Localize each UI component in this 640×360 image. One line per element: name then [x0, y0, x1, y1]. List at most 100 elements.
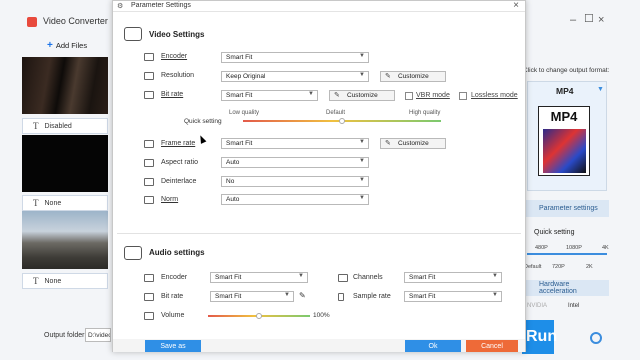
- deinterlace-value: No: [226, 178, 235, 185]
- framerate-icon: [144, 140, 154, 148]
- save-as-label: Save as: [160, 342, 186, 350]
- subtitle-value: None: [44, 277, 62, 285]
- chevron-down-icon: ▼: [492, 273, 498, 279]
- parameter-settings-button[interactable]: Parameter settings: [525, 200, 609, 217]
- output-format-name: MP4: [556, 86, 574, 96]
- audio-settings-heading: Audio settings: [149, 248, 205, 257]
- encoder-label[interactable]: Encoder: [161, 53, 187, 60]
- audio-encoder-select[interactable]: Smart Fit ▼: [210, 272, 308, 283]
- close-icon[interactable]: ×: [513, 0, 519, 11]
- framerate-value: Smart Fit: [226, 140, 253, 147]
- settings-icon: ⚙: [117, 3, 124, 10]
- ok-label: Ok: [428, 342, 438, 350]
- ok-button[interactable]: Ok: [405, 340, 461, 352]
- subtitle-selector[interactable]: T None: [22, 273, 108, 289]
- video-settings-heading: Video Settings: [149, 30, 205, 39]
- framerate-customize-button[interactable]: ✎ Customize: [380, 138, 446, 149]
- chevron-down-icon: ▼: [359, 195, 365, 201]
- resolution-select[interactable]: Keep Original ▼: [221, 71, 369, 82]
- customize-label: Customize: [347, 92, 378, 99]
- deinterlace-label: Deinterlace: [161, 178, 197, 185]
- mp4-icon-label: MP4: [550, 109, 578, 124]
- encoder-select[interactable]: Smart Fit ▼: [221, 52, 369, 63]
- vbr-mode-label: VBR mode: [416, 92, 450, 99]
- subtitle-value: None: [44, 199, 62, 207]
- nvidia-option[interactable]: NVIDIA: [527, 299, 547, 313]
- vbr-mode-checkbox[interactable]: [405, 92, 413, 100]
- quick-tick: 4K: [602, 245, 609, 251]
- norm-label[interactable]: Norm: [161, 196, 178, 203]
- intel-option[interactable]: Intel: [568, 299, 579, 313]
- audio-bitrate-icon: [144, 293, 154, 301]
- audio-bitrate-select[interactable]: Smart Fit ▼: [210, 291, 294, 302]
- quick-tick: 1080P: [566, 245, 582, 251]
- chevron-down-icon: ▼: [359, 72, 365, 78]
- audio-settings-icon: [124, 246, 142, 260]
- channels-select[interactable]: Smart Fit ▼: [404, 272, 502, 283]
- chevron-down-icon[interactable]: ▼: [597, 86, 604, 93]
- aspect-ratio-icon: [144, 159, 154, 167]
- minimize-icon[interactable]: –: [570, 14, 576, 26]
- video-thumbnail[interactable]: [22, 135, 108, 192]
- audio-bitrate-value: Smart Fit: [215, 293, 242, 300]
- resolution-value: Keep Original: [226, 73, 266, 80]
- quick-tick: 720P: [552, 264, 565, 270]
- section-divider: [117, 233, 521, 234]
- sample-rate-value: Smart Fit: [409, 293, 436, 300]
- pencil-icon[interactable]: ✎: [299, 291, 306, 300]
- output-folder-field[interactable]: D:\video ...: [85, 328, 111, 342]
- chevron-down-icon: ▼: [359, 139, 365, 145]
- video-thumbnail[interactable]: [22, 57, 108, 114]
- add-files-button[interactable]: + Add Files: [47, 40, 87, 51]
- run-button[interactable]: Run: [522, 320, 557, 354]
- resolution-label: Resolution: [161, 72, 195, 79]
- alarm-clock-icon[interactable]: [590, 332, 602, 344]
- audio-encoder-value: Smart Fit: [215, 274, 242, 281]
- norm-select[interactable]: Auto ▼: [221, 194, 369, 205]
- bitrate-icon: [144, 91, 154, 99]
- pencil-icon: ✎: [334, 92, 340, 99]
- video-thumbnail[interactable]: [22, 211, 108, 269]
- subtitle-selector[interactable]: T None: [22, 195, 108, 211]
- lossless-mode-checkbox[interactable]: [459, 92, 467, 100]
- chevron-down-icon: ▼: [308, 91, 314, 97]
- audio-bitrate-label: Bit rate: [161, 293, 184, 300]
- cancel-button[interactable]: Cancel: [466, 340, 518, 352]
- framerate-label[interactable]: Frame rate: [161, 140, 195, 147]
- text-icon: T: [33, 121, 39, 131]
- chevron-down-icon: ▼: [298, 273, 304, 279]
- aspect-ratio-label: Aspect ratio: [161, 159, 198, 166]
- dialog-titlebar: ⚙ Parameter Settings ×: [113, 0, 525, 12]
- sample-rate-select[interactable]: Smart Fit ▼: [404, 291, 502, 302]
- maximize-icon[interactable]: ☐: [584, 12, 594, 25]
- mp4-format-icon: MP4: [538, 106, 590, 176]
- high-quality-label: High quality: [409, 110, 441, 116]
- video-settings-icon: [124, 27, 142, 41]
- subtitle-value: Disabled: [44, 122, 72, 130]
- aspect-ratio-select[interactable]: Auto ▼: [221, 157, 369, 168]
- quality-slider-knob[interactable]: [339, 118, 345, 124]
- quick-setting-label: Quick setting: [534, 229, 575, 236]
- chevron-down-icon: ▼: [359, 177, 365, 183]
- norm-value: Auto: [226, 196, 240, 203]
- chevron-down-icon: ▼: [359, 158, 365, 164]
- volume-slider-knob[interactable]: [256, 313, 262, 319]
- text-icon: T: [33, 276, 39, 286]
- deinterlace-select[interactable]: No ▼: [221, 176, 369, 187]
- quick-setting-label: Quick setting: [184, 118, 222, 125]
- save-as-button[interactable]: Save as: [145, 340, 201, 352]
- lossless-mode-label: Lossless mode: [471, 92, 518, 99]
- bitrate-value: Smart Fit: [226, 92, 253, 99]
- audio-encoder-label: Encoder: [161, 274, 188, 281]
- subtitle-selector[interactable]: T Disabled: [22, 118, 108, 134]
- quick-setting-slider[interactable]: [527, 253, 607, 255]
- bitrate-select[interactable]: Smart Fit ▼: [221, 90, 318, 101]
- framerate-select[interactable]: Smart Fit ▼: [221, 138, 369, 149]
- close-icon[interactable]: ×: [598, 14, 604, 26]
- bitrate-customize-button[interactable]: ✎ Customize: [329, 90, 395, 101]
- bitrate-label[interactable]: Bit rate: [161, 91, 183, 98]
- hardware-acceleration-button[interactable]: Hardware acceleration: [525, 280, 609, 296]
- cancel-label: Cancel: [481, 342, 503, 350]
- resolution-customize-button[interactable]: ✎ Customize: [380, 71, 446, 82]
- customize-label: Customize: [398, 140, 429, 147]
